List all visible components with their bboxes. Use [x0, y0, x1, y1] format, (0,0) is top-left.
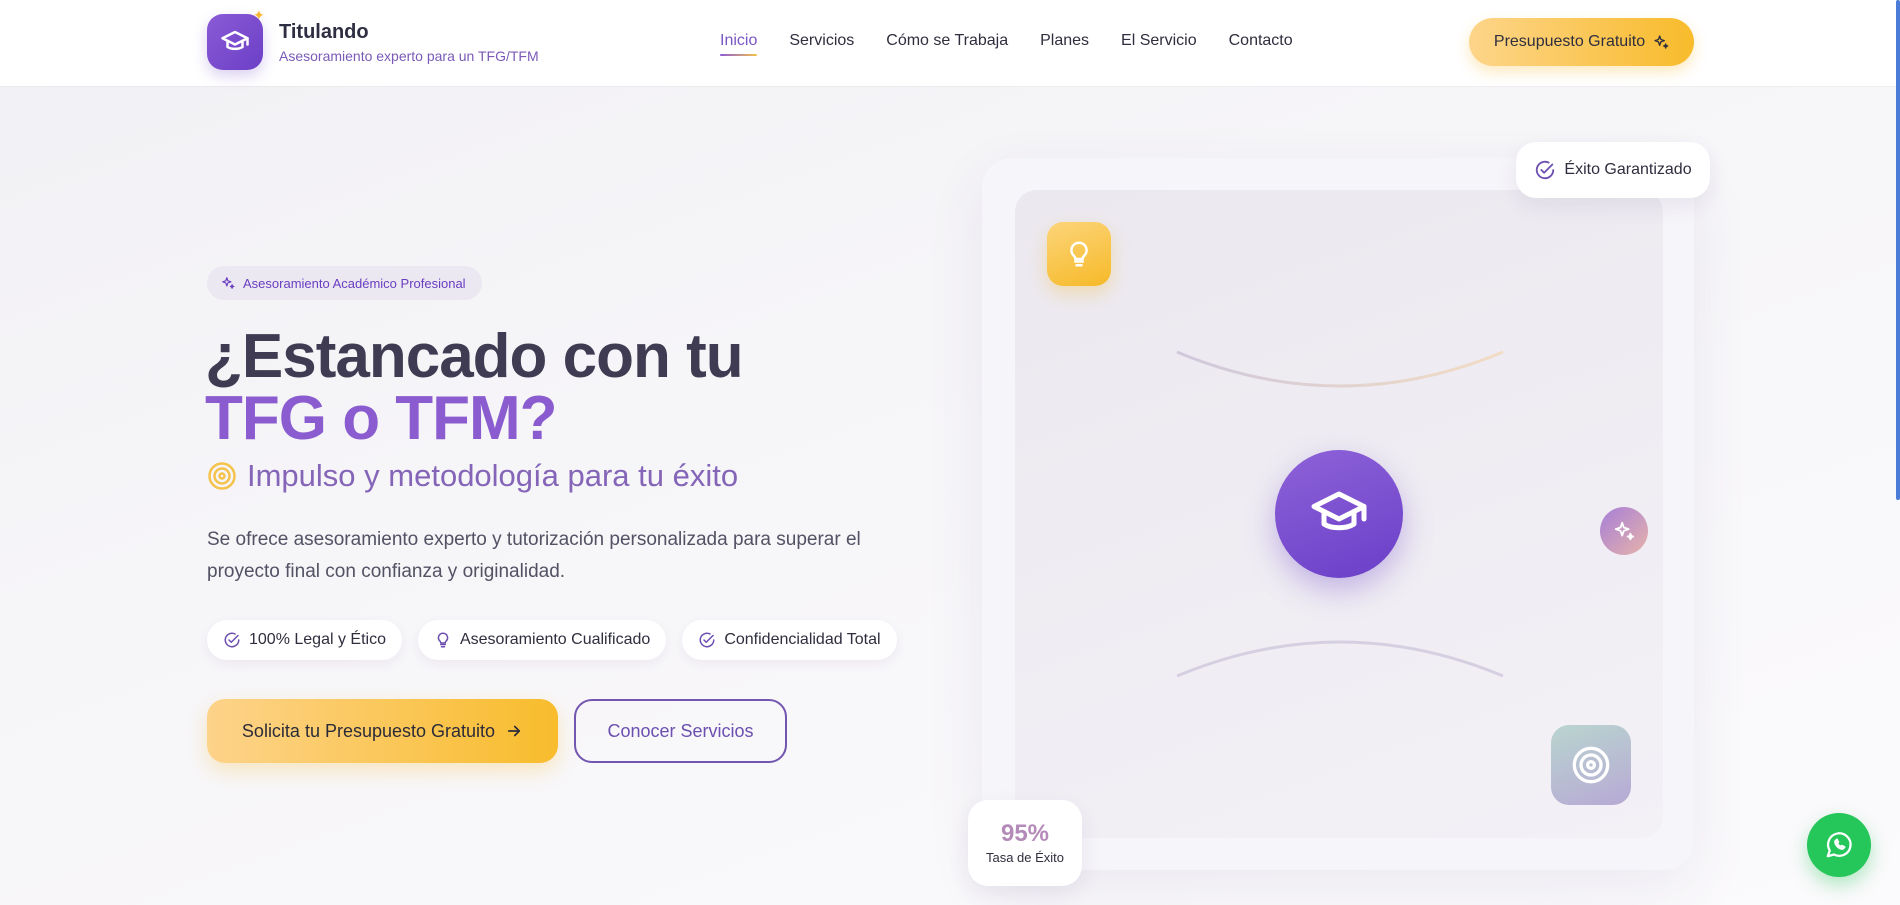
success-rate-label: Tasa de Éxito [985, 850, 1065, 865]
decorative-arc-top [1176, 350, 1504, 388]
success-rate-card: 95% Tasa de Éxito [968, 800, 1082, 886]
nav-item-contacto[interactable]: Contacto [1229, 32, 1293, 56]
sparkle-icon: ✦ [253, 7, 265, 23]
top-navbar: ✦ Titulando Asesoramiento experto para u… [0, 0, 1900, 86]
check-circle-icon [1536, 160, 1555, 180]
sparkles-icon [1600, 507, 1648, 555]
success-badge-label: Éxito Garantizado [1564, 161, 1692, 178]
whatsapp-icon [1826, 832, 1852, 858]
sparkles-icon [1654, 35, 1669, 49]
feature-confidential: Confidencialidad Total [682, 620, 897, 660]
brand-tagline: Asesoramiento experto para un TFG/TFM [279, 47, 539, 64]
nav-item-el-servicio[interactable]: El Servicio [1121, 32, 1197, 56]
hero-subtitle-text: Impulso y metodología para tu éxito [247, 458, 739, 493]
request-quote-label: Solicita tu Presupuesto Gratuito [241, 720, 496, 741]
feature-qualified-label: Asesoramiento Cualificado [459, 631, 651, 648]
feature-confidential-label: Confidencialidad Total [724, 631, 881, 648]
hero-pill-label: Asesoramiento Académico Profesional [243, 275, 466, 291]
hero-title: ¿Estancado con tu TFG o TFM? [205, 326, 744, 453]
hero-subtitle: Impulso y metodología para tu éxito [207, 458, 738, 494]
success-badge: Éxito Garantizado [1516, 142, 1710, 198]
nav-item-servicios[interactable]: Servicios [789, 32, 854, 56]
main-menu: Inicio Servicios Cómo se Trabaja Planes … [720, 32, 1325, 56]
check-circle-icon [224, 632, 240, 648]
target-icon [1551, 725, 1631, 805]
nav-item-inicio[interactable]: Inicio [720, 32, 758, 56]
hero-title-line2: TFG o TFM? [205, 384, 558, 453]
graduation-cap-icon [1275, 450, 1403, 578]
free-quote-label: Presupuesto Gratuito [1493, 33, 1646, 50]
nav-item-como-se-trabaja[interactable]: Cómo se Trabaja [886, 32, 1008, 56]
hero-title-line1: ¿Estancado con tu [205, 322, 744, 391]
learn-services-button[interactable]: Conocer Servicios [574, 699, 787, 763]
request-quote-button[interactable]: Solicita tu Presupuesto Gratuito [207, 699, 558, 763]
check-circle-icon [699, 632, 715, 648]
lightbulb-icon [1047, 222, 1111, 286]
nav-item-planes[interactable]: Planes [1040, 32, 1089, 56]
arrow-right-icon [507, 725, 521, 737]
target-icon [208, 462, 236, 490]
brand[interactable]: ✦ Titulando Asesoramiento experto para u… [207, 8, 539, 70]
feature-badges: 100% Legal y Ético Asesoramiento Cualifi… [207, 620, 897, 660]
brand-name: Titulando [279, 20, 369, 43]
feature-legal-label: 100% Legal y Ético [249, 631, 386, 648]
graduation-cap-icon: ✦ [207, 8, 265, 70]
hero-pill: Asesoramiento Académico Profesional [207, 266, 482, 300]
sparkles-icon [222, 277, 235, 289]
whatsapp-button[interactable] [1807, 813, 1871, 877]
page-scrollbar[interactable] [1896, 0, 1900, 500]
lightbulb-icon [437, 632, 449, 648]
hero-description: Se ofrece asesoramiento experto y tutori… [207, 529, 861, 582]
success-rate-value: 95% [1000, 820, 1050, 847]
free-quote-button[interactable]: Presupuesto Gratuito [1469, 18, 1694, 66]
decorative-arc-bottom [1176, 640, 1504, 678]
feature-legal: 100% Legal y Ético [207, 620, 402, 660]
feature-qualified: Asesoramiento Cualificado [417, 620, 667, 660]
